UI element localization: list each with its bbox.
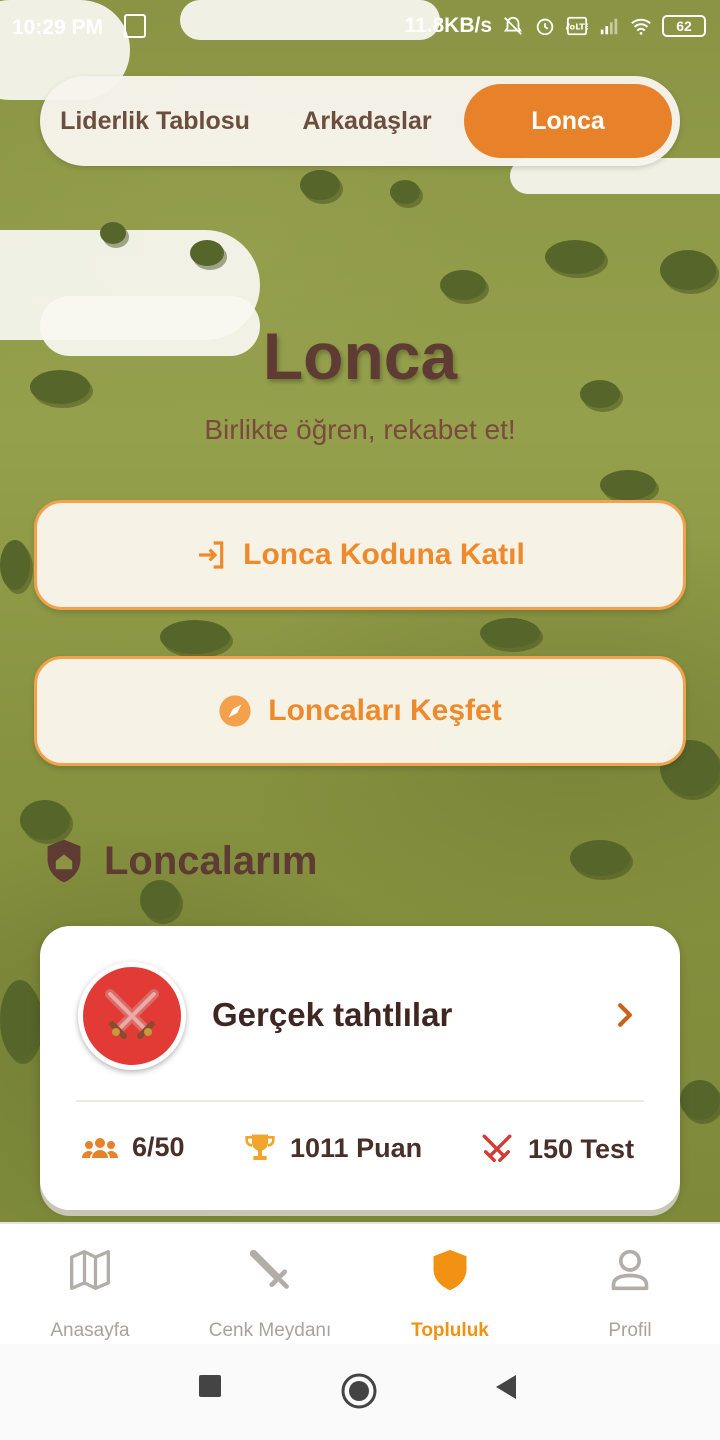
tree <box>570 840 630 876</box>
join-guild-code-button[interactable]: Lonca Koduna Katıl <box>34 500 686 610</box>
tab-guild[interactable]: Lonca <box>464 84 672 158</box>
nav-item-profile[interactable]: Profil <box>540 1224 720 1346</box>
guild-name: Gerçek tahtlılar <box>212 996 453 1033</box>
status-bar: 10:29 PM 11.8KB/s VoLTE 62 <box>0 0 720 56</box>
tree <box>390 180 420 204</box>
signal-icon <box>600 18 618 35</box>
battery-icon: 62 <box>662 15 706 37</box>
nav-label-home: Anasayfa <box>50 1320 130 1341</box>
chevron-right-icon[interactable] <box>614 1002 636 1028</box>
tests-value: 150 Test <box>528 1133 635 1164</box>
guild-avatar <box>78 962 186 1070</box>
alarm-icon <box>536 18 554 36</box>
crossed-swords-icon <box>105 989 159 1039</box>
tab-leaderboard[interactable]: Liderlik Tablosu <box>50 84 260 158</box>
status-time: 10:29 PM <box>12 16 104 39</box>
tree <box>440 270 486 300</box>
tree <box>480 618 540 648</box>
explore-guilds-button[interactable]: Loncaları Keşfet <box>34 656 686 766</box>
network-speed: 11.8KB/s <box>404 14 492 37</box>
members-count: 6/50 <box>132 1132 185 1162</box>
sim-icon <box>124 14 146 38</box>
tree <box>0 980 40 1060</box>
trophy-icon <box>245 1134 275 1160</box>
tree <box>140 880 180 920</box>
sword-icon <box>249 1249 289 1289</box>
explore-guilds-label: Loncaları Keşfet <box>268 694 502 727</box>
nav-item-battle[interactable]: Cenk Meydanı <box>180 1224 360 1346</box>
person-icon <box>611 1249 649 1291</box>
tree <box>600 470 656 500</box>
compass-icon <box>219 695 251 727</box>
recent-apps-icon[interactable] <box>198 1374 222 1398</box>
tab-friends[interactable]: Arkadaşlar <box>272 84 462 158</box>
tree <box>660 250 716 290</box>
nav-label-community: Topluluk <box>411 1320 489 1341</box>
card-divider <box>76 1100 644 1102</box>
tests-stat: 150 Test <box>480 1132 634 1166</box>
tree <box>100 222 126 244</box>
my-guilds-header: Loncalarım <box>44 838 317 884</box>
bottom-navigation: Anasayfa Cenk Meydanı Topluluk Profil <box>0 1222 720 1344</box>
nav-item-community[interactable]: Topluluk <box>360 1224 540 1346</box>
shield-icon <box>433 1249 467 1291</box>
guild-card[interactable]: Gerçek tahtlılar 6/50 1011 Puan 150 Test <box>40 926 680 1210</box>
system-navigation-bar <box>0 1344 720 1440</box>
login-icon <box>199 541 224 569</box>
svg-text:VoLTE: VoLTE <box>566 22 588 32</box>
tree <box>680 1080 720 1120</box>
join-guild-code-label: Lonca Koduna Katıl <box>243 538 525 571</box>
tree <box>160 620 230 654</box>
nav-label-battle: Cenk Meydanı <box>208 1320 332 1341</box>
tree <box>0 540 30 590</box>
tree <box>190 240 224 266</box>
tree <box>545 240 605 274</box>
home-icon[interactable] <box>340 1372 378 1410</box>
nav-item-home[interactable]: Anasayfa <box>0 1224 180 1346</box>
wifi-icon <box>631 18 651 35</box>
members-stat: 6/50 <box>82 1132 185 1163</box>
nav-label-profile: Profil <box>608 1320 652 1341</box>
mute-icon <box>503 16 523 35</box>
page-subtitle: Birlikte öğren, rekabet et! <box>204 414 516 445</box>
page-title: Lonca <box>262 319 458 393</box>
tree <box>20 800 70 840</box>
members-icon <box>82 1137 118 1158</box>
points-value: 1011 Puan <box>290 1132 423 1163</box>
points-stat: 1011 Puan <box>244 1132 422 1164</box>
volte-icon: VoLTE <box>566 16 588 36</box>
crossed-swords-icon <box>482 1134 512 1163</box>
map-icon <box>70 1250 110 1290</box>
back-icon[interactable] <box>494 1374 518 1400</box>
house-shield-icon <box>47 839 81 883</box>
tree <box>300 170 340 200</box>
top-tab-bar: Liderlik Tablosu Arkadaşlar Lonca <box>40 76 680 166</box>
my-guilds-heading: Loncalarım <box>104 838 318 883</box>
